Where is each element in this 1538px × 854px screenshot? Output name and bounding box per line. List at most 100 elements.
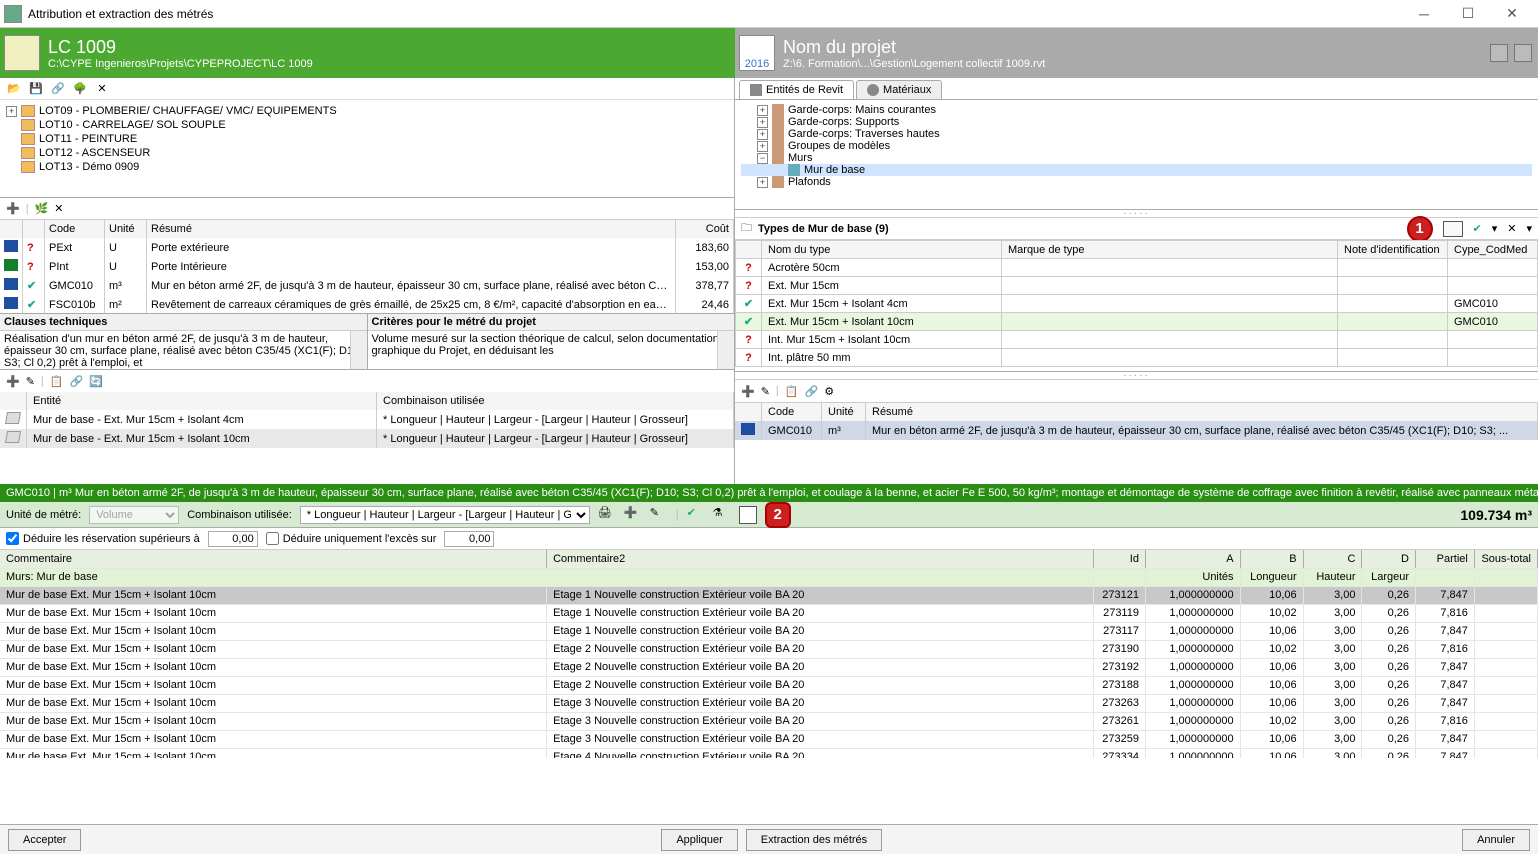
- lot-item[interactable]: LOT11 - PEINTURE: [6, 132, 728, 146]
- ent-copy-icon[interactable]: 📋: [50, 375, 64, 388]
- data-row[interactable]: Mur de base Ext. Mur 15cm + Isolant 10cm…: [0, 622, 1538, 640]
- data-row[interactable]: Mur de base Ext. Mur 15cm + Isolant 10cm…: [0, 730, 1538, 748]
- code-header-summary[interactable]: Résumé: [147, 220, 676, 238]
- type-row[interactable]: ✔Ext. Mur 15cm + Isolant 10cmGMC010: [736, 313, 1538, 331]
- deduce-reservation-input[interactable]: [208, 531, 258, 547]
- tree-icon[interactable]: 🌳: [72, 81, 88, 97]
- types-header-cype[interactable]: Cype_CodMed: [1448, 241, 1538, 259]
- unit-select[interactable]: Volume: [89, 506, 179, 524]
- data-row[interactable]: Mur de base Ext. Mur 15cm + Isolant 10cm…: [0, 658, 1538, 676]
- data-row[interactable]: Mur de base Ext. Mur 15cm + Isolant 10cm…: [0, 694, 1538, 712]
- entity-table[interactable]: Entité Combinaison utilisée Mur de base …: [0, 392, 734, 448]
- deduce-excess-check[interactable]: Déduire uniquement l'excès sur: [266, 532, 437, 545]
- expand-icon[interactable]: +: [6, 106, 17, 117]
- entity-row[interactable]: Mur de base - Ext. Mur 15cm + Isolant 4c…: [0, 410, 734, 429]
- open-folder-icon[interactable]: 📂: [6, 81, 22, 97]
- types-close-icon[interactable]: ✕: [1507, 222, 1516, 235]
- data-row[interactable]: Mur de base Ext. Mur 15cm + Isolant 10cm…: [0, 676, 1538, 694]
- extract-button[interactable]: Extraction des métrés: [746, 829, 882, 851]
- revit-tree[interactable]: +Garde-corps: Mains courantes+Garde-corp…: [735, 100, 1538, 210]
- lot-tree[interactable]: +LOT09 - PLOMBERIE/ CHAUFFAGE/ VMC/ EQUI…: [0, 100, 734, 198]
- dh-b[interactable]: B: [1240, 550, 1303, 568]
- ent-link-icon[interactable]: 🔗: [69, 375, 83, 388]
- type-row[interactable]: ?Int. Mur 15cm + Isolant 10cm: [736, 331, 1538, 349]
- layout-button[interactable]: [1490, 44, 1508, 62]
- rc-misc-icon[interactable]: ⚙: [824, 385, 834, 398]
- combo-select[interactable]: * Longueur | Hauteur | Largeur - [Largeu…: [300, 506, 590, 524]
- dh-comment[interactable]: Commentaire: [0, 550, 547, 568]
- add-row-icon[interactable]: ➕: [624, 506, 642, 524]
- dh-id[interactable]: Id: [1093, 550, 1145, 568]
- lot-item[interactable]: LOT13 - Démo 0909: [6, 160, 728, 174]
- data-row[interactable]: Mur de base Ext. Mur 15cm + Isolant 10cm…: [0, 604, 1538, 622]
- revit-tree-item[interactable]: +Garde-corps: Traverses hautes: [741, 128, 1532, 140]
- expand-icon[interactable]: +: [757, 141, 768, 152]
- splitter-horizontal-2[interactable]: ·····: [735, 372, 1538, 380]
- validate-icon[interactable]: ✔: [687, 506, 705, 524]
- code-row[interactable]: ✔FSC010bm²Revêtement de carreaux céramiq…: [0, 295, 734, 314]
- rc-add-icon[interactable]: ➕: [741, 385, 755, 398]
- lot-item[interactable]: LOT10 - CARRELAGE/ SOL SOUPLE: [6, 118, 728, 132]
- data-row[interactable]: Mur de base Ext. Mur 15cm + Isolant 10cm…: [0, 712, 1538, 730]
- dh-a[interactable]: A: [1145, 550, 1240, 568]
- code-header-code[interactable]: Code: [45, 220, 105, 238]
- expand-icon[interactable]: +: [757, 129, 768, 140]
- deduce-excess-input[interactable]: [444, 531, 494, 547]
- rc-copy-icon[interactable]: 📋: [785, 385, 799, 398]
- type-row[interactable]: ?Ext. Mur 15cm: [736, 277, 1538, 295]
- entity-header-combo[interactable]: Combinaison utilisée: [377, 392, 734, 410]
- types-header-note[interactable]: Note d'identification: [1338, 241, 1448, 259]
- clauses-text[interactable]: Réalisation d'un mur en béton armé 2F, d…: [0, 331, 367, 369]
- filter-icon[interactable]: 🌿: [35, 202, 49, 215]
- rcode-header-unit[interactable]: Unité: [822, 403, 866, 421]
- code-header-cost[interactable]: Coût: [676, 220, 734, 238]
- revit-tree-item[interactable]: Mur de base: [741, 164, 1532, 176]
- types-table[interactable]: Nom du type Marque de type Note d'identi…: [735, 240, 1538, 367]
- expand-icon[interactable]: +: [757, 117, 768, 128]
- expand-icon[interactable]: −: [757, 153, 768, 164]
- ent-sync-icon[interactable]: 🔄: [89, 375, 103, 388]
- data-row[interactable]: Mur de base Ext. Mur 15cm + Isolant 10cm…: [0, 586, 1538, 604]
- entity-header-name[interactable]: Entité: [27, 392, 377, 410]
- edit-row-icon[interactable]: ✎: [650, 506, 668, 524]
- table-button[interactable]: [739, 506, 757, 524]
- code-row[interactable]: ✔GMC010m³Mur en béton armé 2F, de jusqu'…: [0, 276, 734, 295]
- data-row[interactable]: Mur de base Ext. Mur 15cm + Isolant 10cm…: [0, 748, 1538, 758]
- measurements-table[interactable]: Commentaire Commentaire2 Id A B C D Part…: [0, 550, 1538, 758]
- menu-button[interactable]: [1514, 44, 1532, 62]
- code-table-area[interactable]: Code Unité Résumé Coût ?PExtUPorte extér…: [0, 220, 734, 314]
- rcode-header-code[interactable]: Code: [762, 403, 822, 421]
- rcode-table[interactable]: Code Unité Résumé GMC010 m³ Mur en béton…: [735, 403, 1538, 440]
- lot-item[interactable]: LOT12 - ASCENSEUR: [6, 146, 728, 160]
- types-header-brand[interactable]: Marque de type: [1002, 241, 1338, 259]
- tab-revit-entities[interactable]: Entités de Revit: [739, 80, 854, 99]
- check-icon[interactable]: ✔: [1473, 222, 1482, 235]
- ent-edit-icon[interactable]: ✎: [26, 375, 35, 388]
- save-icon[interactable]: 💾: [28, 81, 44, 97]
- maximize-button[interactable]: ☐: [1446, 1, 1490, 27]
- rcode-row[interactable]: GMC010 m³ Mur en béton armé 2F, de jusqu…: [735, 421, 1538, 440]
- code-header-unit[interactable]: Unité: [105, 220, 147, 238]
- code-row[interactable]: ?PIntUPorte Intérieure153,00: [0, 257, 734, 276]
- type-row[interactable]: ✔Ext. Mur 15cm + Isolant 4cmGMC010: [736, 295, 1538, 313]
- criteria-text[interactable]: Volume mesuré sur la section théorique d…: [368, 331, 735, 369]
- dh-d[interactable]: D: [1362, 550, 1416, 568]
- tab-materials[interactable]: Matériaux: [856, 80, 942, 99]
- code-row[interactable]: ?PExtUPorte extérieure183,60: [0, 238, 734, 257]
- ent-add-icon[interactable]: ➕: [6, 375, 20, 388]
- rc-edit-icon[interactable]: ✎: [761, 385, 770, 398]
- minimize-button[interactable]: ─: [1402, 1, 1446, 27]
- close-button[interactable]: ✕: [1490, 1, 1534, 27]
- dh-partial[interactable]: Partiel: [1416, 550, 1475, 568]
- print-icon[interactable]: 🖨: [598, 506, 616, 524]
- dropdown-icon-2[interactable]: ▾: [1526, 222, 1532, 235]
- types-header-name[interactable]: Nom du type: [762, 241, 1002, 259]
- expand-icon[interactable]: +: [757, 105, 768, 116]
- revit-tree-item[interactable]: +Groupes de modèles: [741, 140, 1532, 152]
- add-icon[interactable]: ➕: [6, 202, 20, 215]
- delete-icon[interactable]: ✕: [94, 81, 110, 97]
- accept-button[interactable]: Accepter: [8, 829, 81, 851]
- revit-tree-item[interactable]: +Plafonds: [741, 176, 1532, 188]
- dropdown-icon[interactable]: ▾: [1492, 222, 1498, 235]
- rc-link-icon[interactable]: 🔗: [804, 385, 818, 398]
